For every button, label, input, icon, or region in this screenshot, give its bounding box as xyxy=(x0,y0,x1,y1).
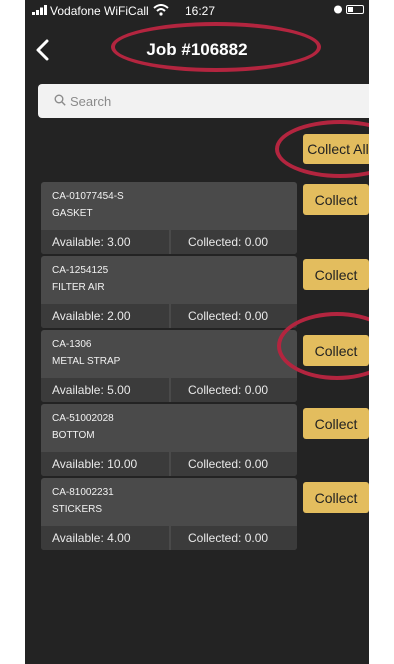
signal-icon xyxy=(32,5,47,15)
collected-quantity: Collected: 0.00 xyxy=(171,452,297,476)
collected-quantity: Collected: 0.00 xyxy=(171,230,297,254)
item-name: FILTER AIR xyxy=(52,282,105,293)
item-quantities: Available: 10.00 Collected: 0.00 xyxy=(41,452,297,476)
collected-quantity: Collected: 0.00 xyxy=(171,526,297,550)
item-name: STICKERS xyxy=(52,504,103,515)
collected-quantity: Collected: 0.00 xyxy=(171,378,297,402)
available-quantity: Available: 2.00 xyxy=(41,304,169,328)
status-bar: Vodafone WiFiCall 16:27 xyxy=(25,0,369,22)
item-code: CA-1306 xyxy=(52,339,92,350)
phone-screen: Vodafone WiFiCall 16:27 Job #106882 Coll… xyxy=(25,0,369,664)
collect-button[interactable]: Collect xyxy=(303,184,369,215)
battery-icon xyxy=(346,5,364,14)
search-icon xyxy=(54,94,66,106)
item-code: CA-1254125 xyxy=(52,265,109,276)
wifi-icon xyxy=(153,4,169,16)
list-item: CA-1254125 FILTER AIR Available: 2.00 Co… xyxy=(41,256,297,328)
collect-button[interactable]: Collect xyxy=(303,482,369,513)
available-quantity: Available: 4.00 xyxy=(41,526,169,550)
list-item: CA-1306 METAL STRAP Available: 5.00 Coll… xyxy=(41,330,297,402)
item-code: CA-51002028 xyxy=(52,413,114,424)
item-quantities: Available: 3.00 Collected: 0.00 xyxy=(41,230,297,254)
item-code: CA-01077454-S xyxy=(52,191,124,202)
collect-all-button[interactable]: Collect All xyxy=(303,134,369,164)
item-quantities: Available: 4.00 Collected: 0.00 xyxy=(41,526,297,550)
collect-button[interactable]: Collect xyxy=(303,335,369,366)
carrier-label: Vodafone WiFiCall xyxy=(50,4,149,18)
collect-button[interactable]: Collect xyxy=(303,408,369,439)
item-quantities: Available: 5.00 Collected: 0.00 xyxy=(41,378,297,402)
list-item: CA-51002028 BOTTOM Available: 10.00 Coll… xyxy=(41,404,297,476)
alarm-icon xyxy=(334,5,342,14)
title-annotation-circle xyxy=(111,22,321,72)
item-name: GASKET xyxy=(52,208,93,219)
collect-button[interactable]: Collect xyxy=(303,259,369,290)
available-quantity: Available: 5.00 xyxy=(41,378,169,402)
status-time: 16:27 xyxy=(185,4,216,18)
search-input[interactable] xyxy=(70,84,369,118)
item-code: CA-81002231 xyxy=(52,487,114,498)
search-bar[interactable] xyxy=(38,84,369,118)
list-item: CA-81002231 STICKERS Available: 4.00 Col… xyxy=(41,478,297,550)
item-quantities: Available: 2.00 Collected: 0.00 xyxy=(41,304,297,328)
item-name: BOTTOM xyxy=(52,430,95,441)
list-item: CA-01077454-S GASKET Available: 3.00 Col… xyxy=(41,182,297,254)
available-quantity: Available: 10.00 xyxy=(41,452,169,476)
available-quantity: Available: 3.00 xyxy=(41,230,169,254)
item-name: METAL STRAP xyxy=(52,356,121,367)
collected-quantity: Collected: 0.00 xyxy=(171,304,297,328)
